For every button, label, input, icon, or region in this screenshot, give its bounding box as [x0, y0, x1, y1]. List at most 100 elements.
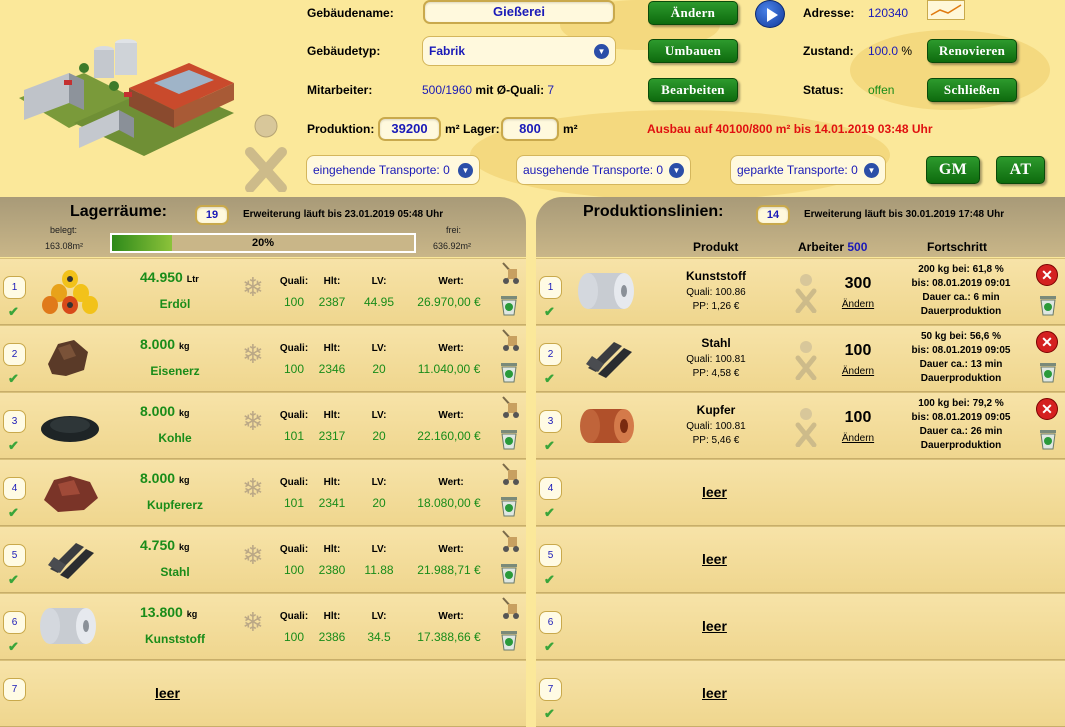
- production-line-row: 4 ✔ leer: [536, 459, 1065, 526]
- change-workers-link[interactable]: Ändern: [828, 366, 888, 377]
- condition-label: Zustand:: [803, 44, 854, 58]
- check-icon: ✔: [544, 438, 555, 453]
- check-icon: ✔: [8, 438, 19, 453]
- resource-amount: 4.750 kg: [140, 537, 190, 553]
- storage-value[interactable]: 800: [501, 117, 559, 141]
- empty-slot-link[interactable]: leer: [702, 484, 727, 500]
- wert-header: Wert:: [438, 611, 464, 622]
- incoming-transports-select[interactable]: eingehende Transporte: 0 ▼: [306, 155, 480, 185]
- check-icon: ✔: [544, 505, 555, 520]
- trash-icon[interactable]: [498, 627, 520, 651]
- product-name: Kunststoff: [686, 269, 746, 283]
- storage-header: Lagerräume: 19 Erweiterung läuft bis 23.…: [0, 197, 526, 257]
- quality-icon: ❄: [242, 473, 264, 503]
- renovate-button[interactable]: Renovieren: [927, 39, 1017, 63]
- trash-icon[interactable]: [498, 560, 520, 584]
- used-value: 163.08m²: [45, 241, 84, 251]
- cart-icon[interactable]: [498, 462, 520, 485]
- edit-staff-button[interactable]: Bearbeiten: [648, 78, 738, 102]
- check-icon: ✔: [544, 639, 555, 654]
- empty-slot-link[interactable]: leer: [702, 685, 727, 701]
- outgoing-transports-label: ausgehende Transporte: 0: [523, 163, 664, 177]
- storage-percent: 20%: [251, 237, 275, 249]
- building-name-label: Gebäudename:: [307, 6, 394, 20]
- rebuild-button[interactable]: Umbauen: [648, 39, 738, 63]
- staff-value: 500/1960 mit Ø-Quali: 7: [422, 83, 555, 97]
- storage-unit: m²: [563, 122, 578, 136]
- chart-icon[interactable]: [927, 0, 965, 20]
- row-number: 4: [3, 477, 26, 500]
- trash-icon[interactable]: [1037, 359, 1059, 383]
- lv-header: LV:: [371, 611, 387, 622]
- resource-plastic-roll-icon: [40, 602, 100, 650]
- resource-name: Erdöl: [159, 297, 191, 311]
- gm-button[interactable]: GM: [926, 156, 980, 184]
- trash-icon[interactable]: [498, 292, 520, 316]
- storage-progress-bar: 20%: [110, 233, 416, 253]
- check-icon: ✔: [8, 304, 19, 319]
- chevron-down-icon: ▼: [458, 163, 473, 178]
- at-button[interactable]: AT: [996, 156, 1045, 184]
- condition-value: 100.0 %: [868, 44, 913, 58]
- cart-icon[interactable]: [498, 596, 520, 619]
- wert-value: 18.080,00 €: [417, 496, 481, 510]
- cart-icon[interactable]: [498, 395, 520, 418]
- production-line-row: 3 ✔ Kupfer Quali: 100.81 PP: 5,46 € 100 Ändern…: [536, 392, 1065, 459]
- trash-icon[interactable]: [498, 493, 520, 517]
- cart-icon[interactable]: [498, 261, 520, 284]
- building-name-input[interactable]: Gießerei: [423, 0, 615, 24]
- change-name-button[interactable]: Ändern: [648, 1, 738, 25]
- production-line-row: 2 ✔ Stahl Quali: 100.81 PP: 4,58 € 100 Ändern 5…: [536, 325, 1065, 392]
- empty-slot-link[interactable]: leer: [155, 685, 180, 701]
- product-quali: Quali: 100.81: [686, 354, 746, 365]
- change-workers-link[interactable]: Ändern: [828, 299, 888, 310]
- cart-icon[interactable]: [498, 328, 520, 351]
- col-product: Produkt: [693, 240, 739, 254]
- row-number: 3: [3, 410, 26, 433]
- resource-amount: 8.000 kg: [140, 336, 190, 352]
- product-name: Stahl: [701, 336, 731, 350]
- outgoing-transports-select[interactable]: ausgehende Transporte: 0 ▼: [516, 155, 691, 185]
- check-icon: ✔: [8, 505, 19, 520]
- row-number: 6: [539, 611, 562, 634]
- production-line-row: 5 ✔ leer: [536, 526, 1065, 593]
- resource-oil-barrels-icon: [40, 267, 100, 315]
- delete-line-icon[interactable]: ✕: [1036, 331, 1058, 353]
- trash-icon[interactable]: [1037, 426, 1059, 450]
- used-label: belegt:: [50, 225, 78, 235]
- delete-line-icon[interactable]: ✕: [1036, 264, 1058, 286]
- resource-steel-beams-icon: [40, 535, 100, 583]
- play-icon[interactable]: [755, 0, 785, 28]
- storage-row: 3 ✔ 8.000 kg Kohle ❄ Quali: Hlt: LV: Wert: 101 231…: [0, 392, 526, 459]
- wert-value: 22.160,00 €: [417, 429, 481, 443]
- wert-header: Wert:: [438, 477, 464, 488]
- row-number: 5: [539, 544, 562, 567]
- change-workers-link[interactable]: Ändern: [828, 433, 888, 444]
- wert-header: Wert:: [438, 343, 464, 354]
- quality-icon: ❄: [242, 540, 264, 570]
- trash-icon[interactable]: [498, 426, 520, 450]
- trash-icon[interactable]: [1037, 292, 1059, 316]
- hlt-value: 2317: [318, 429, 346, 443]
- progress-until: bis: 08.01.2019 09:01: [911, 278, 1011, 289]
- check-icon: ✔: [544, 371, 555, 386]
- expansion-notice: Ausbau auf 40100/800 m² bis 14.01.2019 0…: [647, 122, 933, 136]
- building-type-label: Gebäudetyp:: [307, 44, 381, 58]
- hlt-header: Hlt:: [323, 276, 341, 287]
- building-type-select[interactable]: Fabrik ▼: [422, 36, 616, 66]
- lv-value: 11.88: [364, 563, 394, 577]
- trash-icon[interactable]: [498, 359, 520, 383]
- cart-icon[interactable]: [498, 529, 520, 552]
- row-number: 5: [3, 544, 26, 567]
- delete-line-icon[interactable]: ✕: [1036, 398, 1058, 420]
- empty-slot-link[interactable]: leer: [702, 551, 727, 567]
- free-label: frei:: [446, 225, 462, 235]
- progress-until: bis: 08.01.2019 09:05: [911, 345, 1011, 356]
- parked-transports-select[interactable]: geparkte Transporte: 0 ▼: [730, 155, 886, 185]
- wert-header: Wert:: [438, 410, 464, 421]
- production-value[interactable]: 39200: [378, 117, 441, 141]
- empty-slot-link[interactable]: leer: [702, 618, 727, 634]
- address-value[interactable]: 120340: [868, 6, 908, 20]
- close-building-button[interactable]: Schließen: [927, 78, 1017, 102]
- production-line-row: 7 ✔ leer: [536, 660, 1065, 727]
